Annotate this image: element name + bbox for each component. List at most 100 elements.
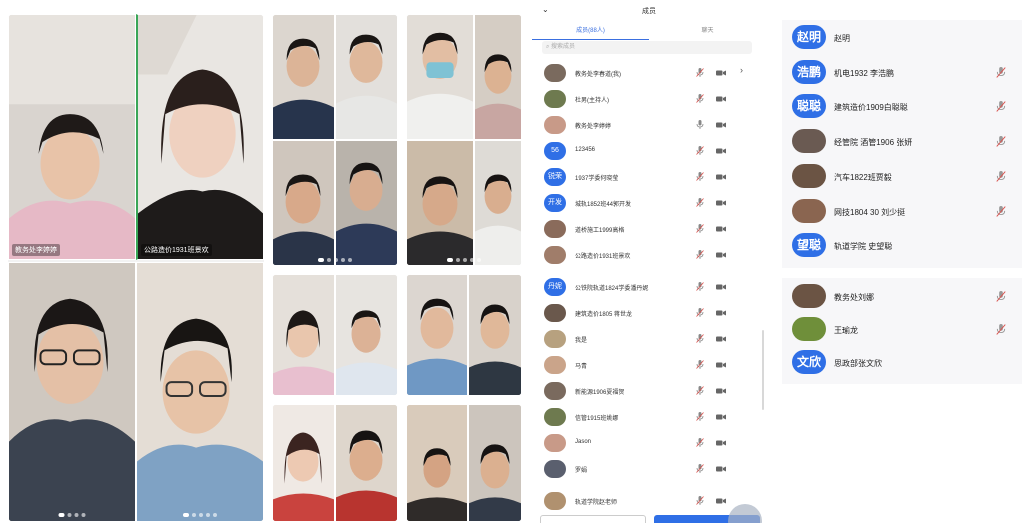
member-name: 城轨1852班44郭开发 (575, 202, 632, 208)
camera-icon[interactable] (716, 252, 726, 258)
camera-icon[interactable] (716, 148, 726, 154)
tab-chat[interactable]: 聊天 (649, 24, 766, 40)
video-tile[interactable] (335, 14, 398, 140)
microphone-icon[interactable] (696, 94, 704, 103)
camera-icon[interactable] (716, 388, 726, 394)
camera-icon[interactable] (716, 174, 726, 180)
list-item[interactable]: 马青 (532, 352, 766, 378)
microphone-icon[interactable] (696, 146, 704, 155)
list-item[interactable]: Jason (532, 430, 766, 456)
list-item[interactable]: 开发 城轨1852班44郭开发 (532, 190, 766, 216)
list-item[interactable]: 教务处李婷婷 (532, 112, 766, 138)
participant-video (469, 275, 521, 395)
list-item[interactable]: 罗娟 (532, 456, 766, 482)
video-tile[interactable] (335, 274, 398, 396)
list-item[interactable]: 浩鹏 机电1932 李浩鹏 (768, 55, 1022, 90)
list-item[interactable]: 我是 (532, 326, 766, 352)
camera-icon[interactable] (716, 440, 726, 446)
microphone-muted-icon[interactable] (996, 101, 1006, 112)
list-item[interactable]: 杜男(主持人) (532, 86, 766, 112)
video-tile[interactable] (406, 274, 468, 396)
microphone-icon[interactable] (696, 386, 704, 395)
video-tile[interactable] (272, 404, 335, 522)
list-item[interactable]: 汽车1822班贾毅 (768, 159, 1022, 194)
tab-members[interactable]: 成员(88人) (532, 24, 649, 40)
list-item[interactable]: 道桥施工1999高格 (532, 216, 766, 242)
list-item[interactable]: 新能源1906夏福贺 (532, 378, 766, 404)
microphone-icon[interactable] (696, 224, 704, 233)
microphone-icon[interactable] (696, 438, 704, 447)
camera-icon[interactable] (716, 310, 726, 316)
list-item[interactable]: 网技1804 30 刘少挺 (768, 194, 1022, 229)
camera-icon[interactable] (716, 414, 726, 420)
video-tile[interactable] (474, 14, 522, 140)
list-item[interactable]: 建筑造价1805 蒋世龙 (532, 300, 766, 326)
video-tile[interactable]: 公路造价1931班景欢 (136, 14, 264, 260)
video-tile[interactable] (272, 274, 335, 396)
microphone-icon[interactable] (696, 68, 704, 77)
microphone-icon[interactable] (696, 198, 704, 207)
microphone-icon[interactable] (696, 308, 704, 317)
member-name: 经管院 酒管1906 张妍 (834, 138, 913, 147)
video-tile[interactable] (468, 274, 522, 396)
list-item[interactable]: 经管院 酒管1906 张妍 (768, 124, 1022, 159)
camera-icon[interactable] (716, 284, 726, 290)
video-tile[interactable] (406, 140, 474, 266)
list-item[interactable]: 教务处李春道(我) › (532, 60, 766, 86)
microphone-icon[interactable] (696, 282, 704, 291)
camera-icon[interactable] (716, 96, 726, 102)
avatar (544, 304, 566, 322)
video-tile[interactable] (406, 14, 474, 140)
video-tile[interactable] (406, 404, 468, 522)
microphone-icon[interactable] (696, 412, 704, 421)
microphone-icon[interactable] (696, 360, 704, 369)
search-input[interactable]: ⌕ 搜索成员 (542, 41, 752, 54)
video-tile[interactable] (8, 262, 136, 522)
microphone-muted-icon[interactable] (996, 206, 1006, 217)
camera-icon[interactable] (716, 122, 726, 128)
video-tile[interactable] (272, 140, 335, 266)
microphone-icon[interactable] (696, 250, 704, 259)
mute-all-button[interactable] (540, 515, 646, 523)
list-item[interactable]: 文欣 思政部张文欣 (768, 345, 1022, 380)
camera-icon[interactable] (716, 70, 726, 76)
video-tile[interactable] (136, 262, 264, 522)
video-tile[interactable] (335, 140, 398, 266)
microphone-muted-icon[interactable] (996, 324, 1006, 335)
camera-icon[interactable] (716, 498, 726, 504)
list-item[interactable]: 赵明 赵明 (768, 20, 1022, 55)
list-item[interactable]: 望聪 轨道学院 史望聪 (768, 228, 1022, 263)
screenshot-collage: 教务处李婷婷 公路造价1931班景欢 ⌄ 成员 成员(88人) 聊天 ⌕ 搜索成… (0, 0, 1022, 523)
camera-icon[interactable] (716, 200, 726, 206)
video-grid-small (272, 404, 398, 522)
list-item[interactable]: 公路造价1931班景欢 (532, 242, 766, 268)
microphone-icon[interactable] (696, 464, 704, 473)
microphone-muted-icon[interactable] (996, 171, 1006, 182)
microphone-muted-icon[interactable] (996, 136, 1006, 147)
camera-icon[interactable] (716, 362, 726, 368)
scrollbar[interactable] (762, 330, 764, 410)
list-item[interactable]: 56 123456 (532, 138, 766, 164)
microphone-icon[interactable] (696, 496, 704, 505)
participant-video (407, 15, 473, 139)
video-tile[interactable]: 教务处李婷婷 (8, 14, 136, 260)
list-item[interactable]: 锐荣 1937学委何晓莹 (532, 164, 766, 190)
video-tile[interactable] (272, 14, 335, 140)
video-tile[interactable] (335, 404, 398, 522)
microphone-muted-icon[interactable] (996, 291, 1006, 302)
video-tile[interactable] (474, 140, 522, 266)
list-item[interactable]: 信管1915班姚娜 (532, 404, 766, 430)
microphone-icon[interactable] (696, 172, 704, 181)
list-item[interactable]: 聪聪 建筑造价1909白聪聪 (768, 89, 1022, 124)
camera-icon[interactable] (716, 466, 726, 472)
list-item[interactable]: 教务处刘娜 (768, 279, 1022, 314)
list-item[interactable]: 王瑜龙 (768, 312, 1022, 347)
chevron-right-icon[interactable]: › (740, 65, 743, 75)
microphone-icon[interactable] (696, 120, 704, 129)
camera-icon[interactable] (716, 226, 726, 232)
video-tile[interactable] (468, 404, 522, 522)
list-item[interactable]: 丹妮 公铁院轨道1824学委潘丹妮 (532, 274, 766, 300)
microphone-icon[interactable] (696, 334, 704, 343)
microphone-muted-icon[interactable] (996, 67, 1006, 78)
camera-icon[interactable] (716, 336, 726, 342)
